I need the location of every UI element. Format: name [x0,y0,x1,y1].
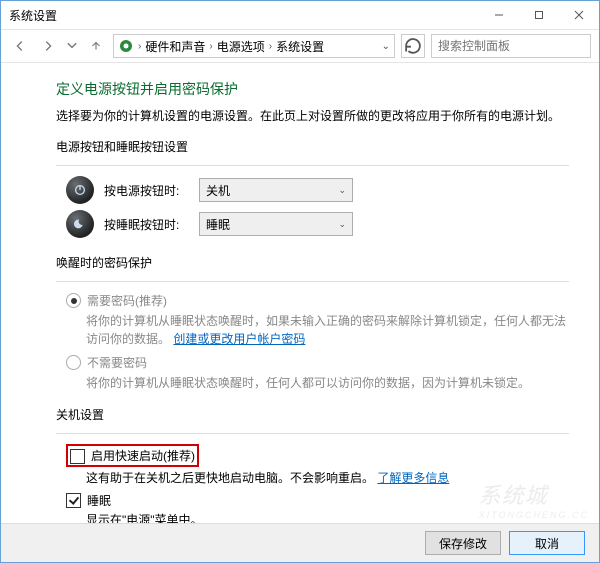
radio-label: 需要密码(推荐) [87,292,167,309]
section-title: 唤醒时的密码保护 [56,254,569,273]
checkbox-description: 显示在"电源"菜单中。 [86,511,569,523]
power-button-select[interactable]: 关机 ⌄ [199,178,353,202]
sleep-button-select[interactable]: 睡眠 ⌄ [199,212,353,236]
power-button-label: 按电源按钮时: [104,182,189,199]
checkbox-label: 启用快速启动(推荐) [91,447,195,464]
chevron-right-icon: › [138,41,141,52]
window: 系统设置 › 硬件和声音 › 电源选项 › 系统设置 ⌄ [0,0,600,563]
radio-description: 将你的计算机从睡眠状态唤醒时，如果未输入正确的密码来解除计算机锁定，任何人都无法… [86,312,569,348]
chevron-down-icon: ⌄ [338,219,346,230]
breadcrumb-item[interactable]: 系统设置 [276,38,324,55]
breadcrumb[interactable]: › 硬件和声音 › 电源选项 › 系统设置 ⌄ [113,34,395,58]
create-password-link[interactable]: 创建或更改用户帐户密码 [173,332,305,346]
checkbox-sleep[interactable] [66,493,81,508]
chevron-down-icon[interactable]: ⌄ [382,41,390,52]
fast-startup-row: 启用快速启动(推荐) [66,444,569,467]
search-input[interactable] [436,38,595,54]
footer: 保存修改 取消 [1,523,599,562]
radio-no-password[interactable] [66,355,81,370]
chevron-right-icon: › [269,41,272,52]
page-description: 选择要为你的计算机设置的电源设置。在此页上对设置所做的更改将应用于你所有的电源计… [56,107,569,124]
chevron-down-icon: ⌄ [338,185,346,196]
section-title: 关机设置 [56,406,569,425]
radio-option-no-password: 不需要密码 将你的计算机从睡眠状态唤醒时，任何人都可以访问你的数据，因为计算机未… [66,354,569,392]
save-button[interactable]: 保存修改 [425,531,501,555]
sleep-button-row: 按睡眠按钮时: 睡眠 ⌄ [66,210,569,238]
breadcrumb-item[interactable]: 电源选项 [217,38,265,55]
close-button[interactable] [559,1,599,29]
select-value: 关机 [206,182,230,199]
control-panel-icon [118,38,134,54]
sleep-row: 睡眠 [66,492,569,509]
titlebar: 系统设置 [1,1,599,30]
checkbox-description: 这有助于在关机之后更快地启动电脑。不会影响重启。 了解更多信息 [86,469,569,486]
radio-require-password[interactable] [66,293,81,308]
divider [56,281,569,282]
page-heading: 定义电源按钮并启用密码保护 [56,79,569,99]
power-button-row: 按电源按钮时: 关机 ⌄ [66,176,569,204]
back-button[interactable] [9,35,31,57]
maximize-button[interactable] [519,1,559,29]
radio-description: 将你的计算机从睡眠状态唤醒时，任何人都可以访问你的数据，因为计算机未锁定。 [86,374,569,392]
up-button[interactable] [85,35,107,57]
recent-dropdown[interactable] [65,35,79,57]
search-box[interactable] [431,34,591,58]
content: 定义电源按钮并启用密码保护 选择要为你的计算机设置的电源设置。在此页上对设置所做… [1,63,599,523]
radio-option-require-password: 需要密码(推荐) 将你的计算机从睡眠状态唤醒时，如果未输入正确的密码来解除计算机… [66,292,569,348]
cancel-button[interactable]: 取消 [509,531,585,555]
forward-button[interactable] [37,35,59,57]
window-title: 系统设置 [9,7,479,24]
sleep-button-label: 按睡眠按钮时: [104,216,189,233]
divider [56,433,569,434]
section-title: 电源按钮和睡眠按钮设置 [56,138,569,157]
divider [56,165,569,166]
refresh-button[interactable] [401,34,425,58]
sleep-icon [66,210,94,238]
radio-label: 不需要密码 [87,354,147,371]
minimize-button[interactable] [479,1,519,29]
window-buttons [479,1,599,29]
chevron-right-icon: › [209,41,212,52]
checkbox-fast-startup[interactable] [70,449,85,464]
navbar: › 硬件和声音 › 电源选项 › 系统设置 ⌄ [1,30,599,63]
select-value: 睡眠 [206,216,230,233]
learn-more-link[interactable]: 了解更多信息 [377,471,449,485]
highlight-box: 启用快速启动(推荐) [66,444,199,467]
power-icon [66,176,94,204]
breadcrumb-item[interactable]: 硬件和声音 [145,38,205,55]
checkbox-label: 睡眠 [87,492,111,509]
